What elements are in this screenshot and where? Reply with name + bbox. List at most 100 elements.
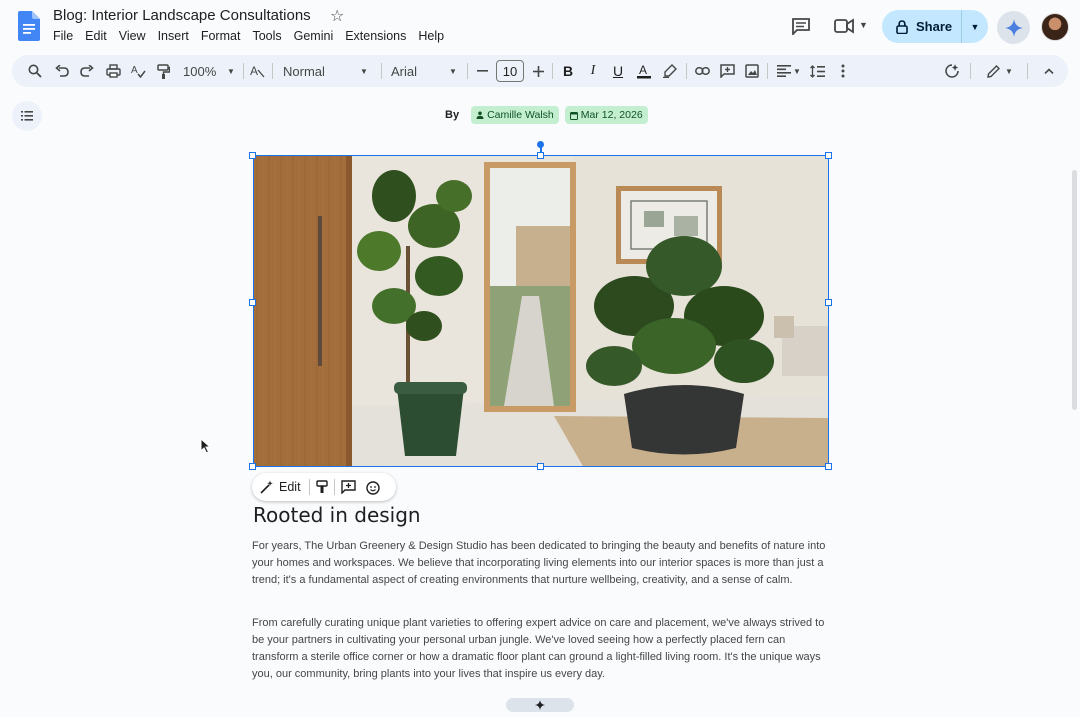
underline-icon[interactable]: U bbox=[610, 55, 626, 87]
align-caret-icon[interactable]: ▼ bbox=[792, 55, 802, 87]
paragraph-style-value: Normal bbox=[283, 63, 325, 79]
user-avatar[interactable] bbox=[1041, 13, 1069, 41]
star-icon[interactable]: ☆ bbox=[330, 6, 344, 26]
gemini-button[interactable] bbox=[997, 11, 1030, 44]
font-family-select[interactable]: Arial bbox=[391, 55, 451, 87]
menu-file[interactable]: File bbox=[53, 29, 79, 43]
magic-edit-icon[interactable] bbox=[260, 480, 274, 494]
resize-handle-bottom-left[interactable] bbox=[249, 463, 256, 470]
svg-text:A: A bbox=[131, 65, 138, 76]
title-bar: Blog: Interior Landscape Consultations ☆… bbox=[0, 0, 1080, 54]
undo-icon[interactable] bbox=[53, 55, 71, 87]
zoom-select[interactable]: 100% bbox=[183, 55, 217, 87]
collapse-toolbar-icon[interactable] bbox=[1040, 55, 1058, 87]
font-caret-icon[interactable]: ▼ bbox=[447, 55, 459, 87]
author-name: Camille Walsh bbox=[487, 109, 554, 121]
calendar-icon bbox=[569, 111, 578, 120]
resize-handle-top-right[interactable] bbox=[825, 152, 832, 159]
insert-link-icon[interactable] bbox=[693, 55, 711, 87]
image-floating-toolbar: Edit bbox=[252, 473, 396, 501]
paint-format-icon[interactable] bbox=[154, 55, 172, 87]
comment-history-icon[interactable] bbox=[791, 17, 811, 35]
date-value: Mar 12, 2026 bbox=[580, 109, 643, 121]
mouse-cursor-icon bbox=[200, 438, 212, 454]
font-family-value: Arial bbox=[391, 63, 418, 79]
zoom-value: 100% bbox=[183, 63, 217, 79]
menu-gemini[interactable]: Gemini bbox=[294, 29, 340, 43]
date-chip[interactable]: Mar 12, 2026 bbox=[564, 106, 648, 124]
menu-extensions[interactable]: Extensions bbox=[345, 29, 412, 43]
gemini-sparkle-icon bbox=[1004, 18, 1023, 37]
share-button[interactable]: Share ▼ bbox=[882, 10, 988, 43]
redo-icon[interactable] bbox=[78, 55, 96, 87]
style-caret-icon[interactable]: ▼ bbox=[358, 55, 370, 87]
lock-icon bbox=[896, 19, 908, 34]
italic-icon[interactable]: I bbox=[585, 55, 601, 87]
menu-help[interactable]: Help bbox=[418, 29, 450, 43]
resize-handle-right[interactable] bbox=[825, 299, 832, 306]
author-chip[interactable]: Camille Walsh bbox=[471, 106, 559, 124]
toolbar-divider bbox=[381, 63, 382, 79]
document-outline-button[interactable] bbox=[12, 101, 42, 131]
toolbar-divider bbox=[272, 63, 273, 79]
menu-view[interactable]: View bbox=[119, 29, 152, 43]
clear-formatting-icon[interactable]: A bbox=[248, 55, 266, 87]
resize-handle-left[interactable] bbox=[249, 299, 256, 306]
outline-list-icon bbox=[21, 111, 33, 121]
gemini-suggest-button[interactable] bbox=[506, 698, 574, 712]
share-label: Share bbox=[916, 19, 953, 34]
zoom-caret-icon[interactable]: ▼ bbox=[225, 55, 237, 87]
highlight-color-icon[interactable] bbox=[661, 55, 679, 87]
print-icon[interactable] bbox=[104, 55, 122, 87]
line-spacing-icon[interactable] bbox=[808, 55, 826, 87]
text-color-icon[interactable]: A bbox=[635, 55, 653, 87]
resize-handle-top[interactable] bbox=[537, 152, 544, 159]
increase-font-size-icon[interactable] bbox=[531, 55, 545, 87]
image-toolbar-divider bbox=[333, 479, 335, 495]
resize-handle-bottom[interactable] bbox=[537, 463, 544, 470]
body-paragraph-2: From carefully curating unique plant var… bbox=[252, 617, 825, 680]
bold-icon[interactable]: B bbox=[560, 55, 576, 87]
menu-edit[interactable]: Edit bbox=[85, 29, 113, 43]
menu-bar: File Edit View Insert Format Tools Gemin… bbox=[53, 29, 456, 43]
editing-mode-pencil-icon[interactable] bbox=[984, 55, 1002, 87]
menu-format[interactable]: Format bbox=[201, 29, 247, 43]
align-left-icon[interactable] bbox=[775, 55, 793, 87]
resize-handle-top-left[interactable] bbox=[249, 152, 256, 159]
interior-plants-image[interactable] bbox=[253, 155, 829, 467]
menu-tools[interactable]: Tools bbox=[252, 29, 287, 43]
spellcheck-icon[interactable]: A bbox=[129, 55, 147, 87]
editing-mode-caret-icon[interactable]: ▼ bbox=[1003, 55, 1015, 87]
resize-handle-bottom-right[interactable] bbox=[825, 463, 832, 470]
image-options-icon[interactable] bbox=[315, 480, 328, 494]
more-options-icon[interactable] bbox=[836, 55, 850, 87]
insert-image-icon[interactable] bbox=[743, 55, 761, 87]
toolbar-divider bbox=[970, 63, 971, 79]
rotate-handle[interactable] bbox=[537, 141, 544, 148]
image-toolbar-divider bbox=[308, 479, 310, 495]
toolbar-divider bbox=[1027, 63, 1028, 79]
search-menus-icon[interactable] bbox=[26, 55, 44, 87]
meet-caret-icon[interactable]: ▼ bbox=[859, 20, 868, 30]
share-dropdown-icon[interactable]: ▼ bbox=[962, 22, 988, 32]
interior-scene-illustration bbox=[254, 156, 828, 466]
docs-logo-icon[interactable] bbox=[18, 11, 40, 41]
share-main[interactable]: Share bbox=[882, 10, 962, 43]
emoji-reaction-icon[interactable] bbox=[365, 480, 381, 495]
document-title[interactable]: Blog: Interior Landscape Consultations bbox=[53, 7, 311, 24]
font-size-input[interactable]: 10 bbox=[496, 60, 524, 82]
byline: By Camille Walsh Mar 12, 2026 bbox=[445, 106, 648, 124]
svg-text:A: A bbox=[639, 63, 647, 77]
image-add-comment-icon[interactable] bbox=[340, 480, 356, 494]
sparkle-icon bbox=[535, 700, 545, 710]
menu-insert[interactable]: Insert bbox=[158, 29, 195, 43]
edit-image-button[interactable]: Edit bbox=[279, 480, 301, 494]
vertical-scrollbar[interactable] bbox=[1072, 170, 1077, 410]
paragraph-style-select[interactable]: Normal bbox=[283, 55, 363, 87]
gemini-refine-icon[interactable] bbox=[943, 55, 961, 87]
person-icon bbox=[476, 111, 484, 119]
decrease-font-size-icon[interactable] bbox=[475, 55, 489, 87]
toolbar-divider bbox=[243, 63, 244, 79]
meet-video-icon[interactable] bbox=[834, 18, 854, 34]
add-comment-icon[interactable] bbox=[718, 55, 736, 87]
